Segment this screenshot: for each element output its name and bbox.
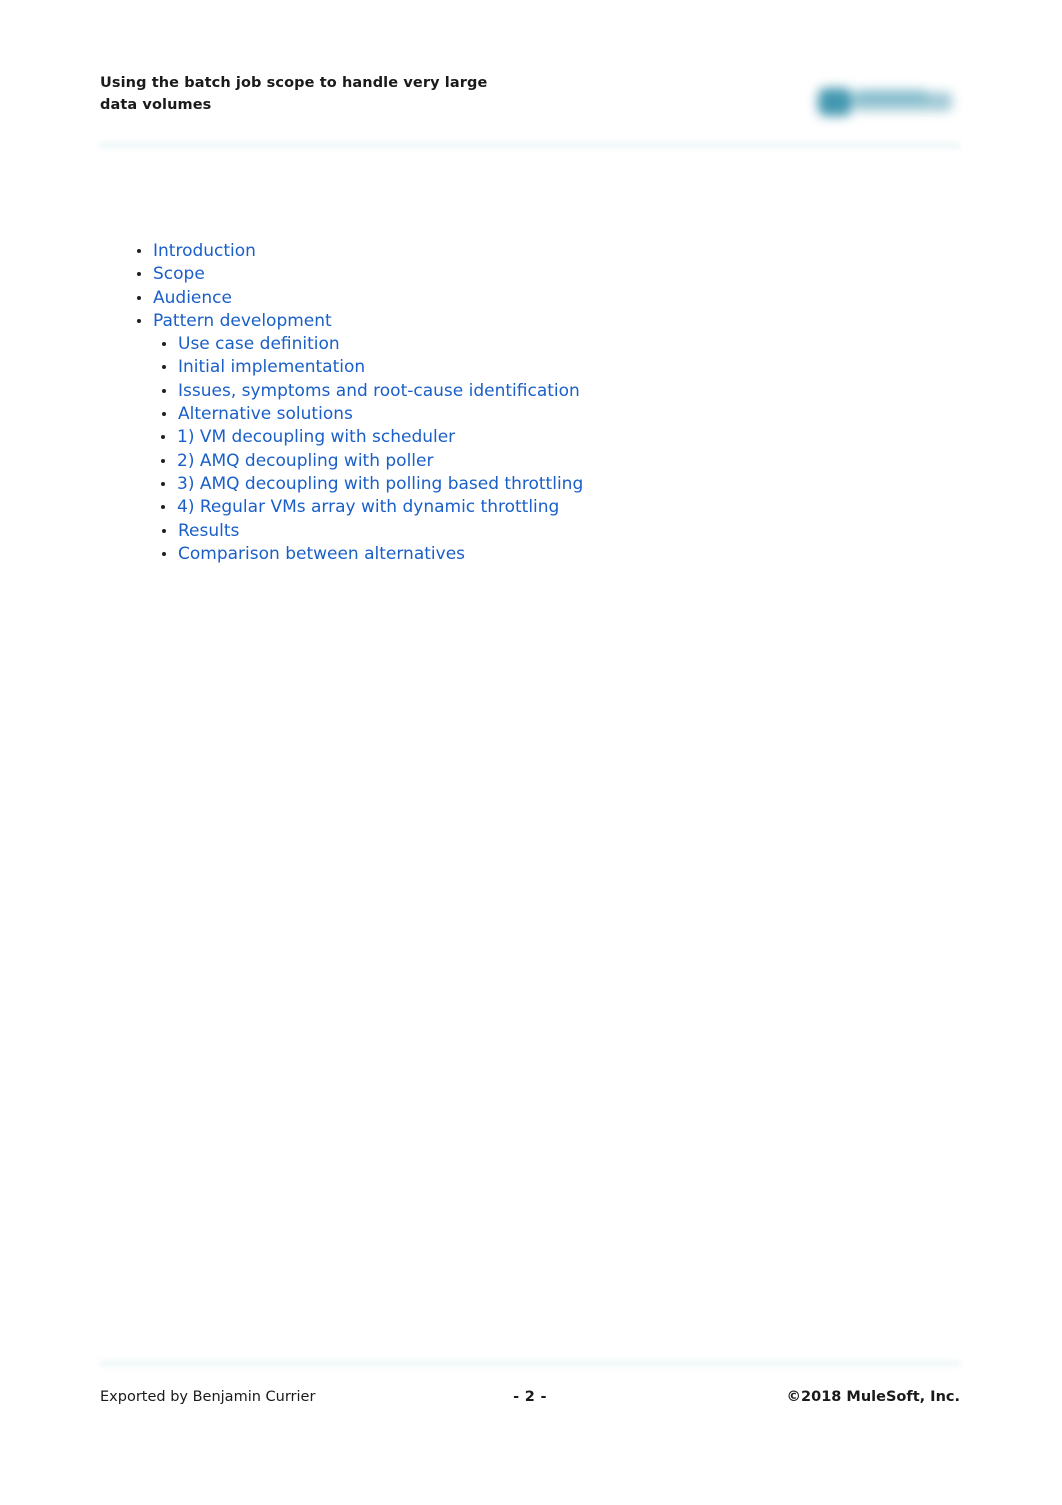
bullet-icon [137,249,141,253]
toc-link[interactable]: Use case definition [178,334,340,354]
toc-item-use-case-definition[interactable]: Use case definition [156,333,960,356]
bullet-icon [162,528,166,533]
bullet-icon [161,505,165,510]
document-page: Using the batch job scope to handle very… [0,0,1062,1505]
mulesoft-logo [810,80,960,126]
toc-link[interactable]: Audience [153,288,232,308]
toc-list: Introduction Scope Audience Pattern deve… [100,240,960,566]
toc-link[interactable]: 1) VM decoupling with scheduler [177,427,455,447]
toc-item-regular-vms-array-dynamic-throttling[interactable]: 4) Regular VMs array with dynamic thrott… [155,496,960,519]
toc-link[interactable]: Pattern development [153,311,332,331]
bullet-icon [162,342,166,347]
bullet-icon [161,458,165,463]
toc-item-alternative-solutions[interactable]: Alternative solutions [156,403,960,426]
toc-item-pattern-development[interactable]: Pattern development [131,310,960,333]
mulesoft-logo-wordmark-shade [854,90,928,103]
toc-link[interactable]: 4) Regular VMs array with dynamic thrott… [177,497,559,517]
toc-link[interactable]: Alternative solutions [178,404,353,424]
toc-item-audience[interactable]: Audience [131,287,960,310]
toc-link[interactable]: 3) AMQ decoupling with polling based thr… [177,474,583,494]
footer-copyright: ©2018 MuleSoft, Inc. [786,1389,960,1405]
bullet-icon [137,272,141,277]
bullet-icon [161,435,165,440]
toc-item-vm-decoupling-with-scheduler[interactable]: 1) VM decoupling with scheduler [155,426,960,449]
bullet-icon [162,365,166,370]
toc-link[interactable]: Scope [153,264,205,284]
toc-item-amq-decoupling-with-poller[interactable]: 2) AMQ decoupling with poller [155,450,960,473]
toc-item-initial-implementation[interactable]: Initial implementation [156,356,960,379]
bullet-icon [137,295,141,300]
bullet-icon [137,318,141,323]
toc-link[interactable]: Initial implementation [178,357,365,377]
toc-link[interactable]: Introduction [153,241,256,261]
bullet-icon [161,481,165,486]
toc-item-scope[interactable]: Scope [131,263,960,286]
page-footer: Exported by Benjamin Currier - 2 - ©2018… [100,1389,960,1415]
toc-link[interactable]: Results [178,521,239,541]
bullet-icon [162,412,166,417]
document-title-line-2: data volumes [100,97,212,113]
toc-link[interactable]: Comparison between alternatives [178,544,465,564]
bullet-icon [162,551,166,556]
toc-item-amq-decoupling-polling-throttling[interactable]: 3) AMQ decoupling with polling based thr… [155,473,960,496]
page-header: Using the batch job scope to handle very… [100,72,960,130]
toc-item-comparison-between-alternatives[interactable]: Comparison between alternatives [156,543,960,566]
header-divider [100,142,960,149]
toc-link[interactable]: 2) AMQ decoupling with poller [177,451,433,471]
toc-item-results[interactable]: Results [156,520,960,543]
document-title: Using the batch job scope to handle very… [100,72,487,116]
footer-divider [100,1360,960,1367]
bullet-icon [162,388,166,393]
toc-item-issues-symptoms-root-cause[interactable]: Issues, symptoms and root-cause identifi… [156,380,960,403]
document-title-line-1: Using the batch job scope to handle very… [100,75,488,91]
table-of-contents: Introduction Scope Audience Pattern deve… [100,240,960,566]
toc-link[interactable]: Issues, symptoms and root-cause identifi… [178,381,580,401]
toc-item-introduction[interactable]: Introduction [131,240,960,263]
mulesoft-logo-mark [818,88,852,116]
